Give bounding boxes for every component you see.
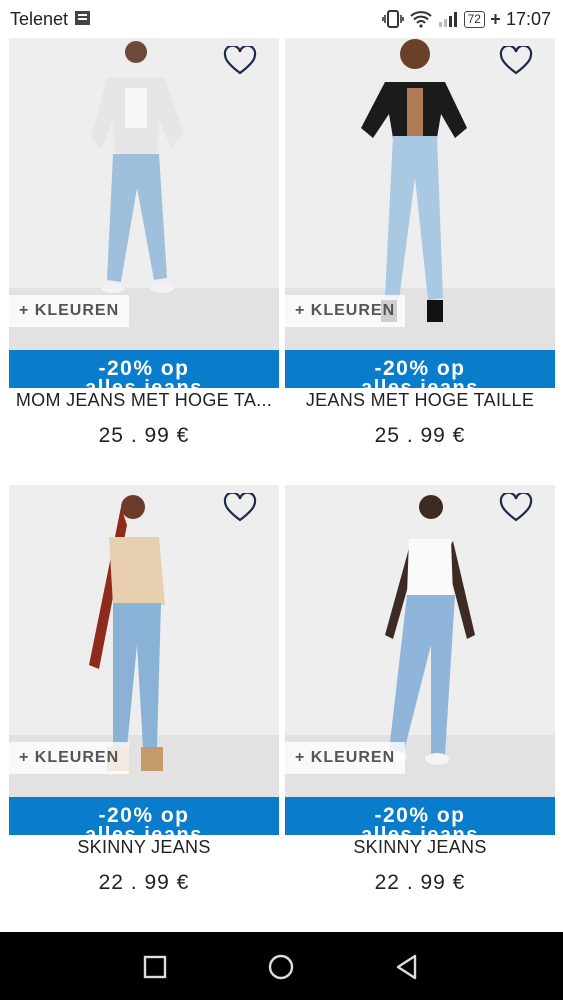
more-colors-button[interactable]: + KLEUREN: [285, 295, 406, 327]
favorite-heart-icon[interactable]: [499, 493, 533, 523]
more-colors-button[interactable]: + KLEUREN: [285, 742, 406, 774]
product-name[interactable]: JEANS MET HOGE TAILLE: [279, 390, 561, 411]
square-icon[interactable]: [140, 952, 170, 982]
favorite-heart-icon[interactable]: [223, 46, 257, 76]
product-image[interactable]: + KLEUREN: [9, 38, 279, 350]
product-image[interactable]: + KLEUREN: [285, 485, 555, 797]
vibrate-icon: [381, 10, 404, 28]
product-price: 22 . 99 €: [374, 871, 466, 894]
more-colors-button[interactable]: + KLEUREN: [9, 295, 130, 327]
product-price: 25 . 99 €: [98, 424, 190, 447]
product-name[interactable]: SKINNY JEANS: [3, 837, 285, 858]
product-price: 22 . 99 €: [98, 871, 190, 894]
triangle-back-icon[interactable]: [392, 952, 422, 982]
product-price: 25 . 99 €: [374, 424, 466, 447]
more-colors-button[interactable]: + KLEUREN: [9, 742, 130, 774]
promo-banner: -20% op alles jeans: [285, 350, 555, 388]
status-bar: Telenet 72 17:07: [0, 0, 563, 38]
promo-subtext: alles jeans: [85, 824, 203, 835]
favorite-heart-icon[interactable]: [223, 493, 257, 523]
clock: 17:07: [505, 8, 551, 29]
product-image[interactable]: + KLEUREN: [9, 485, 279, 797]
battery-level: 72: [463, 10, 485, 28]
promo-banner: -20% op alles jeans: [9, 797, 279, 835]
product-image[interactable]: + KLEUREN: [285, 38, 555, 350]
product-name[interactable]: SKINNY JEANS: [279, 837, 561, 858]
charging-icon: [490, 14, 500, 24]
status-icons: 72 17:07: [381, 8, 551, 30]
signal-icon: [438, 12, 457, 27]
promo-subtext: alles jeans: [361, 824, 479, 835]
promo-subtext: alles jeans: [85, 377, 203, 388]
sim-card-icon: [75, 11, 90, 25]
promo-banner: -20% op alles jeans: [285, 797, 555, 835]
carrier-name: Telenet: [10, 9, 69, 29]
promo-subtext: alles jeans: [361, 377, 479, 388]
favorite-heart-icon[interactable]: [499, 46, 533, 76]
product-name[interactable]: MOM JEANS MET HOGE TA...: [3, 390, 285, 411]
system-nav-bar: [0, 932, 563, 1000]
promo-banner: -20% op alles jeans: [9, 350, 279, 388]
wifi-icon: [409, 11, 432, 28]
circle-icon[interactable]: [266, 952, 296, 982]
